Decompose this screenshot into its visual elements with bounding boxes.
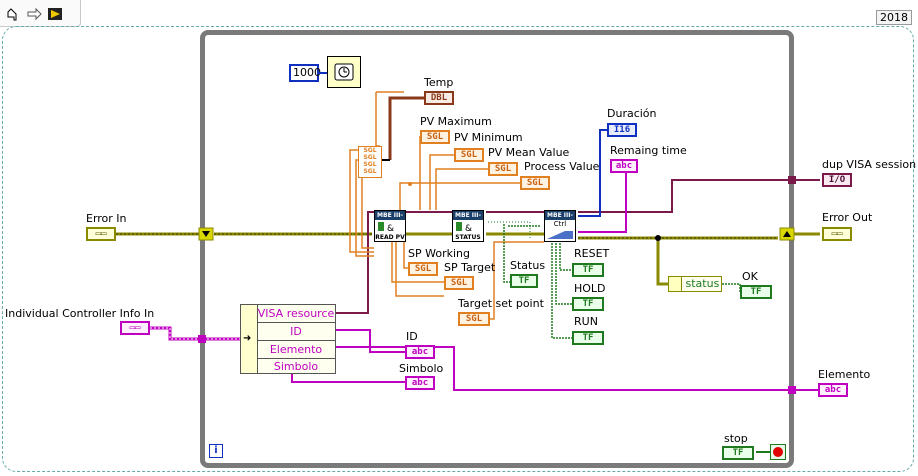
unbundle-by-name: ➜ VISA resource ID Elemento Simbolo	[240, 304, 336, 374]
reset-label: RESET	[574, 247, 610, 260]
status-unbundle-node: status	[668, 276, 722, 292]
elemento-label: Elemento	[818, 368, 871, 381]
ctrl-subvi[interactable]: MBE III-V Ctrl	[544, 210, 576, 242]
temp-indicator: DBL	[424, 91, 454, 105]
wait-constant[interactable]: 1000	[289, 64, 321, 82]
svg-text:&: &	[387, 224, 394, 234]
error-branch-wire	[656, 238, 668, 286]
loop-condition-terminal[interactable]	[770, 444, 786, 460]
controller-info-label: Individual Controller Info In	[5, 307, 155, 320]
sp-working-indicator: SGL	[408, 262, 438, 276]
process-value-indicator: SGL	[520, 176, 550, 190]
loop-iteration-terminal: i	[209, 444, 223, 458]
run-indicator: TF	[572, 331, 604, 345]
visa-tunnel	[788, 176, 796, 184]
sp-target-indicator: SGL	[444, 276, 474, 290]
sp-target-label: SP Target	[444, 261, 496, 274]
cluster-tunnel	[198, 335, 206, 343]
pv-minimum-indicator: SGL	[454, 148, 484, 162]
svg-text:&: &	[465, 224, 472, 234]
dup-visa-indicator: I/O	[822, 173, 852, 187]
sgl-array-node: SGL SGL SGL SGL	[358, 146, 382, 178]
unbundle-item-elemento: Elemento	[257, 341, 335, 359]
dbl-wire	[388, 96, 424, 160]
error-out-indicator: ▭▭	[822, 227, 852, 241]
id-label: ID	[406, 330, 418, 343]
remaining-time-indicator: abc	[610, 159, 638, 173]
error-junction	[655, 235, 661, 241]
ok-label: OK	[742, 270, 758, 283]
hold-label: HOLD	[574, 282, 606, 295]
string-tunnel	[788, 386, 796, 394]
error-in-control[interactable]: ▭▭	[86, 227, 116, 241]
target-set-point-label: Target set point	[458, 297, 544, 310]
string-wires	[291, 172, 818, 391]
simbolo-indicator: abc	[405, 376, 435, 390]
simbolo-label: Simbolo	[399, 362, 444, 375]
controller-info-control[interactable]: ▭▭	[120, 321, 150, 335]
ok-indicator: TF	[740, 285, 772, 299]
cluster-wire	[150, 326, 240, 341]
unbundle-item-simbolo: Simbolo	[273, 360, 319, 373]
pv-mean-indicator: SGL	[488, 162, 518, 176]
run-label: RUN	[574, 315, 598, 328]
wait-ms-node	[327, 56, 361, 88]
stop-label: stop	[724, 432, 748, 445]
sp-working-label: SP Working	[408, 247, 470, 260]
dup-visa-label: dup VISA session	[822, 158, 917, 171]
pv-mean-label: PV Mean Value	[488, 146, 570, 159]
process-value-label: Process Value	[524, 160, 600, 173]
duracion-label: Duración	[607, 107, 657, 120]
unbundle-item-list: VISA resource ID Elemento Simbolo	[257, 305, 335, 375]
status-unbundle-label: status	[685, 277, 720, 290]
error-out-label: Error Out	[822, 211, 873, 224]
stop-control[interactable]: TF	[722, 446, 754, 460]
read-pv-subvi[interactable]: MBE III-V & READ PV	[374, 210, 406, 242]
pv-maximum-indicator: SGL	[420, 130, 450, 144]
status-indicator: TF	[510, 274, 538, 288]
hold-indicator: TF	[572, 297, 604, 311]
remaining-time-label: Remaing time	[610, 144, 687, 157]
bool-dashed-status	[488, 221, 531, 238]
pv-maximum-label: PV Maximum	[420, 115, 492, 128]
status-icon: &	[456, 222, 472, 234]
target-set-point-control[interactable]: SGL	[458, 312, 490, 326]
clock-icon	[334, 63, 354, 81]
unbundle-item-visa: VISA resource	[257, 305, 335, 323]
unbundle-item-id: ID	[257, 323, 335, 341]
status-subvi[interactable]: MBE III-V & STATUS	[452, 210, 484, 242]
int-wire	[578, 129, 608, 217]
reset-indicator: TF	[572, 263, 604, 277]
stop-icon	[773, 447, 783, 457]
ctrl-ramp-icon	[547, 231, 573, 239]
duracion-indicator: I16	[607, 123, 637, 137]
temp-label: Temp	[424, 76, 454, 89]
id-indicator: abc	[405, 345, 435, 359]
error-in-label: Error In	[86, 212, 127, 225]
status-label: Status	[510, 259, 546, 272]
elemento-indicator: abc	[818, 383, 848, 397]
read-pv-icon: &	[378, 222, 394, 234]
pv-minimum-label: PV Minimum	[454, 131, 523, 144]
